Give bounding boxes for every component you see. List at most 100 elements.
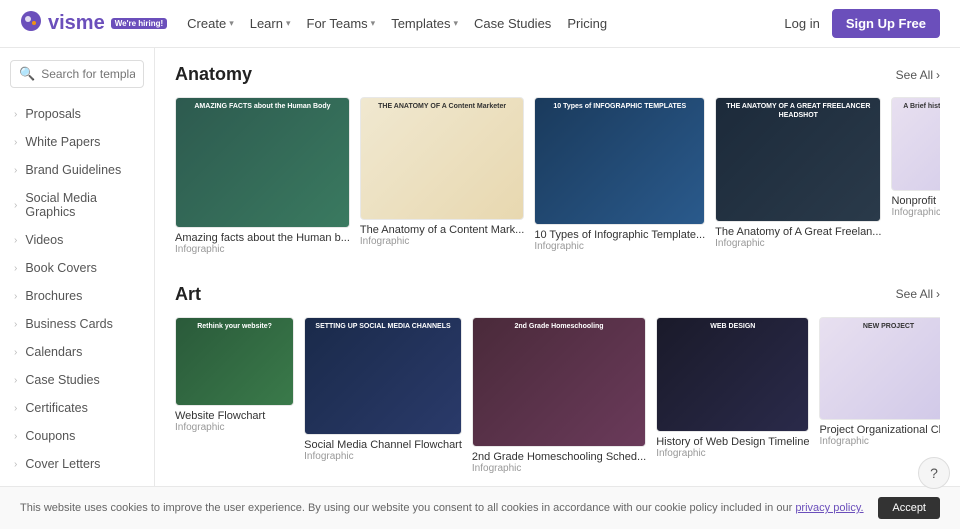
cookie-text: This website uses cookies to improve the… <box>20 502 864 514</box>
sidebar: 🔍 › Proposals › White Papers › Brand Gui… <box>0 48 155 529</box>
template-type: Infographic <box>819 436 940 447</box>
template-thumb: NEW PROJECT <box>819 317 940 421</box>
sidebar-item-proposals[interactable]: › Proposals <box>0 100 154 128</box>
sidebar-arrow: › <box>14 459 17 470</box>
sidebar-item-cover-letters[interactable]: › Cover Letters <box>0 450 154 478</box>
template-card[interactable]: 2nd Grade Homeschooling 2nd Grade Homesc… <box>472 317 646 475</box>
template-name: Website Flowchart <box>175 410 294 422</box>
logo-icon <box>20 10 42 38</box>
template-card[interactable]: A Brief history of our nonprofit Nonprof… <box>891 97 940 256</box>
template-type: Infographic <box>304 451 462 462</box>
nav-for-teams[interactable]: For Teams ▾ <box>307 16 376 31</box>
sidebar-item-business-cards[interactable]: › Business Cards <box>0 310 154 338</box>
sidebar-arrow: › <box>14 263 17 274</box>
cookie-banner: This website uses cookies to improve the… <box>0 486 960 529</box>
template-type: Infographic <box>360 236 524 247</box>
sidebar-arrow: › <box>14 137 17 148</box>
sidebar-arrow: › <box>14 165 17 176</box>
sidebar-item-videos[interactable]: › Videos <box>0 226 154 254</box>
main-content: Anatomy See All › AMAZING FACTS about th… <box>155 48 960 529</box>
template-thumb: SETTING UP SOCIAL MEDIA CHANNELS <box>304 317 462 435</box>
search-box[interactable]: 🔍 <box>10 60 144 88</box>
sidebar-item-case-studies[interactable]: › Case Studies <box>0 366 154 394</box>
sidebar-arrow: › <box>14 347 17 358</box>
section-anatomy: Anatomy See All › AMAZING FACTS about th… <box>175 64 940 256</box>
template-card[interactable]: THE ANATOMY OF A GREAT FREELANCER HEADSH… <box>715 97 881 256</box>
template-thumb: WEB DESIGN <box>656 317 809 432</box>
header: visme We're hiring! Create ▾ Learn ▾ For… <box>0 0 960 48</box>
template-name: 2nd Grade Homeschooling Sched... <box>472 451 646 463</box>
sidebar-arrow: › <box>14 375 17 386</box>
template-card[interactable]: WEB DESIGN History of Web Design Timelin… <box>656 317 809 475</box>
sidebar-arrow: › <box>14 109 17 120</box>
sidebar-arrow: › <box>14 319 17 330</box>
template-type: Infographic <box>891 207 940 218</box>
sidebar-arrow: › <box>14 291 17 302</box>
sidebar-item-certificates[interactable]: › Certificates <box>0 394 154 422</box>
template-type: Infographic <box>534 241 705 252</box>
nav-case-studies[interactable]: Case Studies <box>474 16 551 31</box>
template-card[interactable]: 10 Types of INFOGRAPHIC TEMPLATES 10 Typ… <box>534 97 705 256</box>
section-anatomy-header: Anatomy See All › <box>175 64 940 85</box>
search-icon: 🔍 <box>19 66 35 82</box>
template-type: Infographic <box>656 448 809 459</box>
sidebar-arrow: › <box>14 403 17 414</box>
template-name: Amazing facts about the Human b... <box>175 232 350 244</box>
template-thumb: 2nd Grade Homeschooling <box>472 317 646 448</box>
section-art: Art See All › Rethink your website? Webs… <box>175 284 940 475</box>
privacy-link[interactable]: privacy policy. <box>795 502 863 514</box>
template-thumb: Rethink your website? <box>175 317 294 406</box>
logo[interactable]: visme We're hiring! <box>20 10 167 38</box>
section-anatomy-see-all[interactable]: See All › <box>896 68 940 82</box>
nav-for-teams-arrow: ▾ <box>371 18 376 29</box>
sidebar-arrow: › <box>14 431 17 442</box>
help-icon: ? <box>930 465 938 481</box>
template-card[interactable]: AMAZING FACTS about the Human Body Amazi… <box>175 97 350 256</box>
template-card[interactable]: NEW PROJECT Project Organizational Chart… <box>819 317 940 475</box>
section-art-title: Art <box>175 284 201 305</box>
art-grid: Rethink your website? Website Flowchart … <box>175 317 940 475</box>
template-thumb: 10 Types of INFOGRAPHIC TEMPLATES <box>534 97 705 225</box>
signup-button[interactable]: Sign Up Free <box>832 9 940 38</box>
sidebar-item-brand-guidelines[interactable]: › Brand Guidelines <box>0 156 154 184</box>
template-type: Infographic <box>472 463 646 474</box>
template-thumb: A Brief history of our nonprofit <box>891 97 940 191</box>
nav-create[interactable]: Create ▾ <box>187 16 234 31</box>
template-name: 10 Types of Infographic Template... <box>534 229 705 241</box>
anatomy-grid: AMAZING FACTS about the Human Body Amazi… <box>175 97 940 256</box>
template-card[interactable]: SETTING UP SOCIAL MEDIA CHANNELS Social … <box>304 317 462 475</box>
nav-create-arrow: ▾ <box>229 18 234 29</box>
search-input[interactable] <box>41 67 135 81</box>
template-card[interactable]: Rethink your website? Website Flowchart … <box>175 317 294 475</box>
template-type: Infographic <box>715 238 881 249</box>
nav-templates[interactable]: Templates ▾ <box>391 16 458 31</box>
section-art-see-all[interactable]: See All › <box>896 287 940 301</box>
accept-cookies-button[interactable]: Accept <box>878 497 940 519</box>
layout: 🔍 › Proposals › White Papers › Brand Gui… <box>0 48 960 529</box>
nav-templates-arrow: ▾ <box>453 18 458 29</box>
sidebar-item-book-covers[interactable]: › Book Covers <box>0 254 154 282</box>
template-name: The Anatomy of A Great Freelan... <box>715 226 881 238</box>
logo-badge: We're hiring! <box>111 18 167 29</box>
nav-learn[interactable]: Learn ▾ <box>250 16 291 31</box>
template-name: Social Media Channel Flowchart <box>304 439 462 451</box>
sidebar-arrow: › <box>14 200 17 211</box>
sidebar-item-white-papers[interactable]: › White Papers <box>0 128 154 156</box>
sidebar-item-brochures[interactable]: › Brochures <box>0 282 154 310</box>
template-name: History of Web Design Timeline <box>656 436 809 448</box>
sidebar-item-coupons[interactable]: › Coupons <box>0 422 154 450</box>
sidebar-item-social-media[interactable]: › Social Media Graphics <box>0 184 154 226</box>
template-thumb: THE ANATOMY OF A GREAT FREELANCER HEADSH… <box>715 97 881 222</box>
nav-pricing[interactable]: Pricing <box>567 16 607 31</box>
sidebar-arrow: › <box>14 235 17 246</box>
section-art-header: Art See All › <box>175 284 940 305</box>
template-name: Project Organizational Chart <box>819 424 940 436</box>
sidebar-item-calendars[interactable]: › Calendars <box>0 338 154 366</box>
header-left: visme We're hiring! Create ▾ Learn ▾ For… <box>20 10 607 38</box>
template-card[interactable]: THE ANATOMY OF A Content Marketer The An… <box>360 97 524 256</box>
template-thumb: THE ANATOMY OF A Content Marketer <box>360 97 524 220</box>
help-button[interactable]: ? <box>918 457 950 489</box>
login-button[interactable]: Log in <box>784 16 819 31</box>
main-nav: Create ▾ Learn ▾ For Teams ▾ Templates ▾… <box>187 16 607 31</box>
template-name: The Anatomy of a Content Mark... <box>360 224 524 236</box>
